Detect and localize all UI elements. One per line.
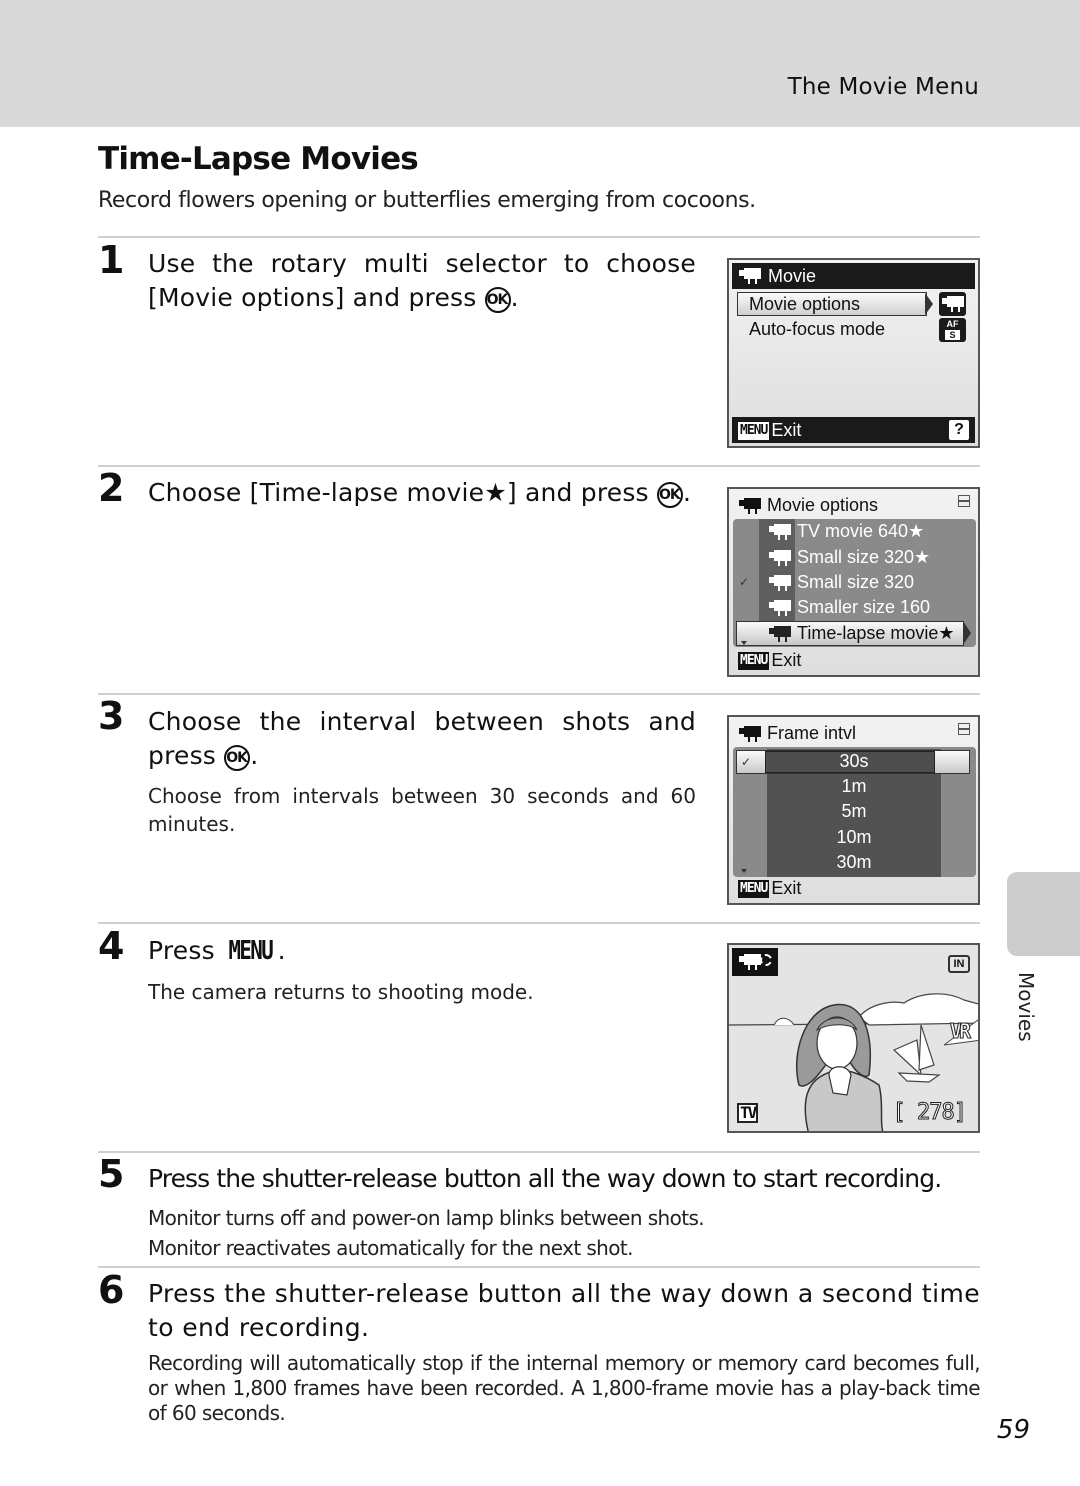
option-tv-movie-640[interactable]: TV movie 640★ [797,521,924,542]
step-description: Recording will automatically stop if the… [148,1351,981,1425]
exit-label[interactable]: Exit [771,420,801,440]
help-icon[interactable]: ? [949,420,969,440]
punctuation: . [510,283,519,312]
option-time-lapse-movie[interactable]: Time-lapse movie★ [797,623,955,644]
camera-screen-movie-options: Movie options TV movie 640★ Small size 3… [727,487,980,677]
punctuation: . [277,936,286,965]
step-heading-text: Press [148,936,215,965]
small-size-icon [769,575,791,591]
exposures-remaining: [ 278] [892,1100,967,1126]
movie-camera-icon [739,726,761,742]
step-heading: Choose the interval between shots and pr… [148,705,696,773]
movie-options-icon [939,292,966,316]
section-title: The Movie Menu [787,74,979,100]
step-description: Monitor reactivates automatically for th… [148,1236,633,1260]
ok-button-icon: OK [224,745,251,771]
exit-label[interactable]: Exit [771,878,801,898]
interval-option-30s[interactable]: 30s [767,751,941,772]
divider [98,1151,980,1153]
camera-screen-frame-interval: Frame intvl ✓ 30s 1m 5m 10m 30m MENU Exit [727,715,980,905]
vr-icon: VR [949,1019,971,1044]
divider [98,922,980,924]
page-number: 59 [996,1415,1030,1445]
option-smaller-size-160[interactable]: Smaller size 160 [797,597,930,618]
camera-screen-shooting: IN VR TV [ 278] [727,943,980,1133]
option-small-size-320-star[interactable]: Small size 320★ [797,547,930,568]
divider [98,1266,980,1268]
interval-option-10m[interactable]: 10m [767,827,941,848]
step-number: 1 [98,238,125,282]
step-heading: Press the shutter-release button all the… [148,1279,980,1342]
step-heading: Press MENU. [148,934,696,968]
step-description: Choose from intervals between 30 seconds… [148,784,696,836]
option-small-size-320[interactable]: Small size 320 [797,572,914,593]
step-heading-text: Choose [Time-lapse movie★] and press [148,478,649,507]
scroll-down-icon [741,869,747,873]
step-heading: Choose [Time-lapse movie★] and press OK. [148,476,696,510]
punctuation: . [682,478,692,507]
step-heading-text: Use the rotary multi selector to choose … [148,249,696,312]
chapter-tab-label: Movies [1014,972,1038,1042]
time-lapse-mode-icon [732,948,778,976]
chapter-tab[interactable] [1007,872,1080,956]
screen-footer: MENU Exit ? [732,417,975,443]
step-heading: Press the shutter-release button all the… [148,1164,942,1193]
screen-titlebar: Movie [732,263,975,289]
divider [98,465,980,467]
screen-footer: MENU Exit [732,650,801,671]
screen-title: Movie [768,266,817,286]
step-description: Monitor turns off and power-on lamp blin… [148,1206,705,1230]
page-title: Time-Lapse Movies [98,141,419,177]
af-single-icon: AF S [939,318,966,342]
internal-memory-icon: IN [948,955,970,973]
step-number: 4 [98,924,125,968]
menu-key-icon: MENU [738,880,770,898]
screen-footer: MENU Exit [732,878,801,899]
menu-button-icon: MENU [228,936,273,966]
screen-title: Movie options [767,495,879,515]
menu-item-movie-options[interactable]: Movie options [749,294,860,315]
scroll-indicator-icon [958,495,970,507]
selection-arrow-icon [925,293,933,315]
movie-camera-icon [739,268,761,284]
menu-key-icon: MENU [738,652,770,670]
check-icon: ✓ [739,575,750,589]
screen-title: Frame intvl [767,723,857,743]
small-size-star-icon [769,550,791,566]
tv-movie-icon [769,524,791,540]
camera-screen-movie-menu: Movie Movie options Auto-focus mode AF S… [727,258,980,448]
step-number: 2 [98,466,125,510]
step-description: The camera returns to shooting mode. [148,980,534,1004]
scroll-indicator-icon [958,723,970,735]
exit-label[interactable]: Exit [771,650,801,670]
step-number: 3 [98,694,125,738]
header-band [0,0,1080,127]
ok-button-icon: OK [484,287,511,313]
punctuation: . [250,741,259,770]
time-lapse-icon [769,626,791,642]
interval-option-5m[interactable]: 5m [767,801,941,822]
movie-camera-icon [739,498,761,514]
step-number: 6 [98,1268,125,1312]
interval-option-30m[interactable]: 30m [767,852,941,873]
step-heading: Use the rotary multi selector to choose … [148,247,696,315]
divider [98,693,980,695]
scroll-down-icon [741,641,747,645]
image-mode-icon: TV [737,1103,759,1123]
menu-key-icon: MENU [738,422,770,440]
smaller-size-icon [769,600,791,616]
selection-arrow-icon [963,621,971,645]
check-icon: ✓ [741,755,752,769]
page-intro: Record flowers opening or butterflies em… [98,188,756,213]
menu-item-autofocus-mode[interactable]: Auto-focus mode [749,319,885,340]
interval-option-1m[interactable]: 1m [767,776,941,797]
step-number: 5 [98,1152,125,1196]
ok-button-icon: OK [656,482,683,508]
divider [98,236,980,238]
